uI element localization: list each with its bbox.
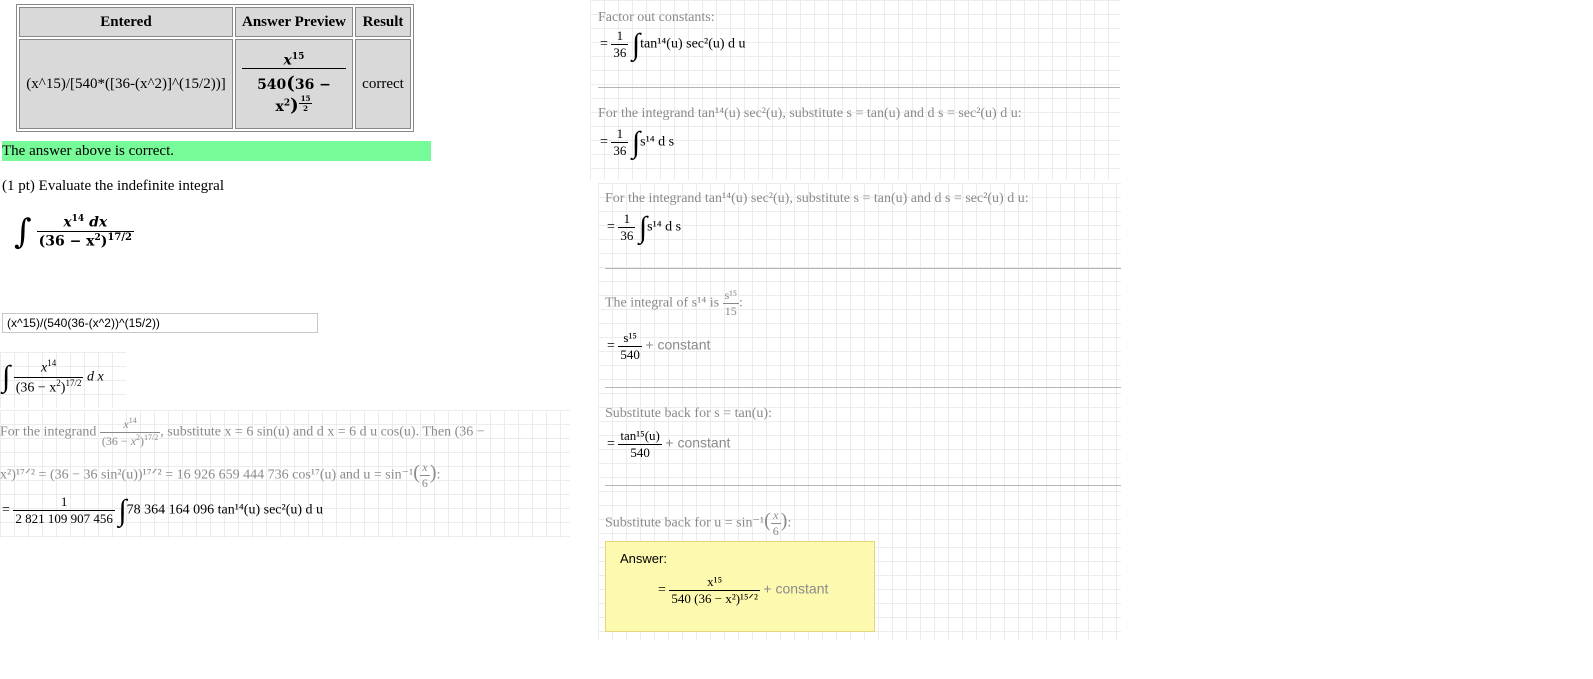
- result-status: correct: [355, 39, 411, 129]
- substitution-title: For the integrand tan¹⁴(u) sec²(u), subs…: [598, 106, 1022, 121]
- factor-title: Factor out constants:: [598, 10, 715, 25]
- substitution-title-repeat: For the integrand tan¹⁴(u) sec²(u), subs…: [605, 191, 1029, 206]
- integral-sign-icon: ∫: [118, 493, 127, 527]
- header-result: Result: [355, 7, 411, 37]
- factor-steps-panel: Factor out constants: = 1 36 ∫tan¹⁴(u) se…: [590, 0, 1120, 180]
- header-entered: Entered: [19, 7, 233, 37]
- divider: [605, 387, 1121, 388]
- problem-integral: ∫ x14 dx (36 − x2)17/2: [14, 212, 134, 252]
- divider: [598, 87, 1120, 88]
- answer-input[interactable]: (x^15)/(540(36-(x^2))^(15/2)): [2, 313, 318, 333]
- entered-answer: (x^15)/[540*([36-(x^2)]^(15/2))]: [19, 39, 233, 129]
- problem-statement: (1 pt) Evaluate the indefinite integral: [2, 178, 224, 194]
- divider: [605, 485, 1121, 486]
- final-answer-box: Answer: = x¹⁵ 540 (36 − x²)¹⁵ᐟ² + constan…: [605, 541, 875, 632]
- back-substitute-s-title: Substitute back for s = tan(u):: [605, 406, 772, 421]
- integral-sign-icon: ∫: [2, 360, 11, 394]
- divider: [605, 268, 1121, 269]
- integral-sign-icon: ∫: [631, 27, 641, 61]
- attempt-results-table: Entered Answer Preview Result (x^15)/[54…: [16, 4, 414, 132]
- integral-sign-icon: ∫: [14, 212, 32, 252]
- integral-sign-icon: ∫: [631, 125, 641, 159]
- answer-preview: x15 540(36 − x2) 15 2: [235, 39, 353, 129]
- integral-display-panel: ∫ x14 (36 − x2)17/2 d x: [0, 352, 126, 408]
- substitution-step-panel: For the integrand x14 (36 − x2)17/2 , su…: [0, 410, 570, 538]
- header-answer-preview: Answer Preview: [235, 7, 353, 37]
- integral-sign-icon: ∫: [638, 210, 648, 244]
- answer-label: Answer:: [620, 551, 667, 566]
- correct-message: The answer above is correct.: [2, 141, 431, 161]
